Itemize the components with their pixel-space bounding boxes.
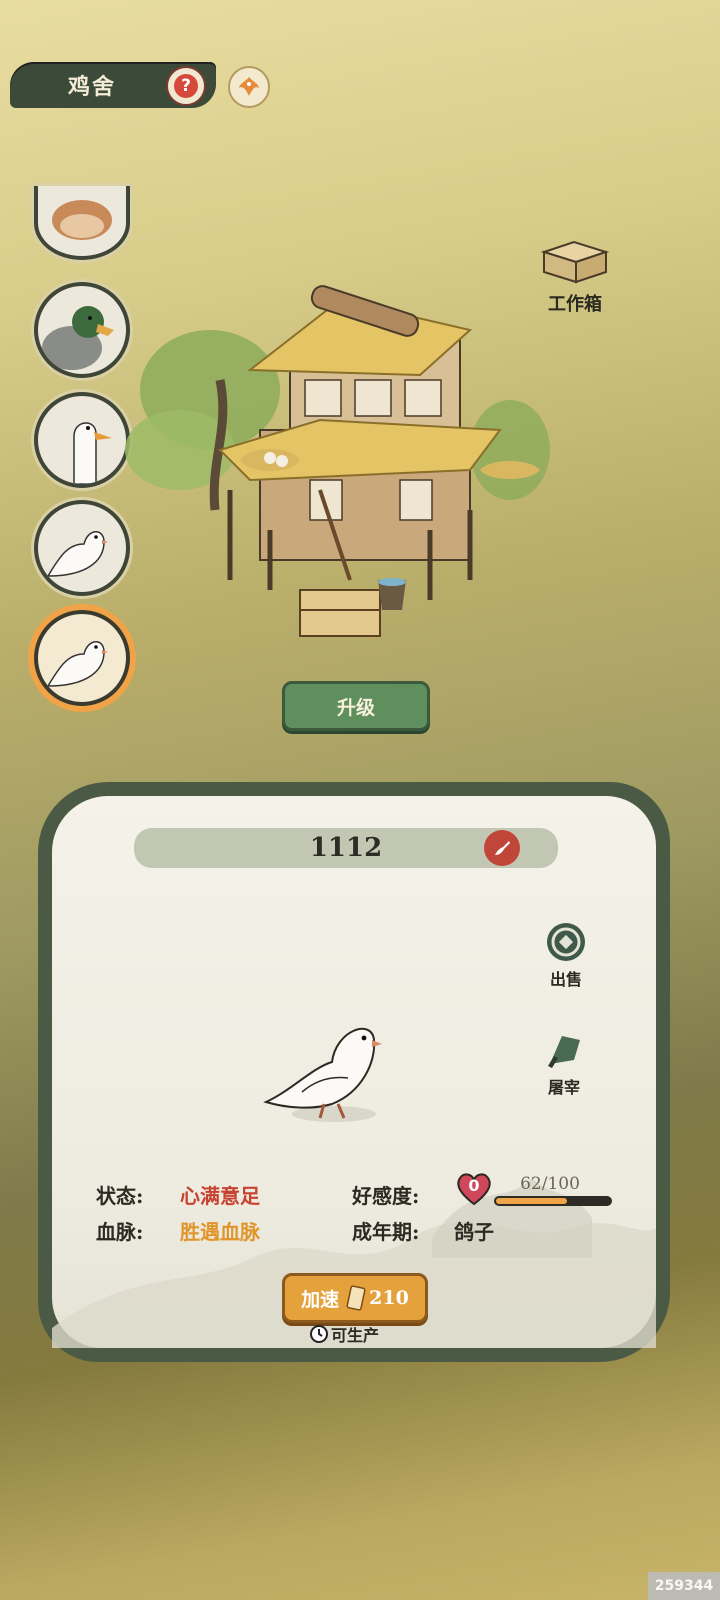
status-value: 心满意足 bbox=[180, 1184, 260, 1208]
adulthood-value: 鸽子 bbox=[454, 1220, 494, 1244]
clock-icon bbox=[310, 1325, 328, 1343]
animal-avatar-rooster[interactable] bbox=[34, 186, 130, 260]
pigeon-illustration[interactable] bbox=[262, 1010, 392, 1126]
rooster-icon bbox=[52, 200, 112, 240]
upgrade-button[interactable]: 升级 bbox=[282, 681, 430, 731]
sell-button[interactable]: 出售 bbox=[536, 922, 596, 990]
phoenix-button[interactable] bbox=[228, 66, 270, 108]
bloodline-label: 血脉: bbox=[96, 1220, 144, 1244]
help-button[interactable]: ? bbox=[166, 66, 206, 106]
cleaver-icon bbox=[548, 1036, 580, 1068]
sell-label: 出售 bbox=[549, 970, 582, 989]
pigeon-icon bbox=[46, 641, 108, 687]
affection-progress-fill bbox=[496, 1198, 567, 1204]
speed-up-cost: 210 bbox=[369, 1287, 409, 1309]
affection-level: 0 bbox=[468, 1176, 480, 1195]
coop-building bbox=[218, 285, 540, 600]
chest-icon bbox=[540, 240, 610, 284]
speed-up-button[interactable]: 加速 210 bbox=[282, 1273, 428, 1323]
page-title: 鸡舍 bbox=[68, 74, 117, 100]
produce-label: 可生产 bbox=[331, 1326, 380, 1345]
workbox-button[interactable]: 工作箱 bbox=[540, 238, 610, 316]
rename-button[interactable] bbox=[484, 830, 520, 866]
chicken-coop-illustration[interactable] bbox=[120, 280, 550, 650]
workbox-label: 工作箱 bbox=[548, 294, 602, 315]
ticket-icon bbox=[346, 1285, 366, 1311]
affection-progress-text: 62/100 bbox=[520, 1174, 580, 1194]
bloodline-value: 胜遇血脉 bbox=[180, 1220, 260, 1244]
affection-label: 好感度: bbox=[352, 1184, 420, 1208]
slaughter-button[interactable]: 屠宰 bbox=[534, 1030, 594, 1098]
goose-icon bbox=[73, 422, 112, 484]
produce-status: 可生产 bbox=[310, 1322, 379, 1346]
brush-icon bbox=[495, 841, 510, 855]
animal-avatar-duck[interactable] bbox=[34, 282, 130, 378]
water-bucket bbox=[378, 578, 406, 610]
animal-avatar-pigeon-selected[interactable] bbox=[34, 610, 130, 706]
adulthood-label: 成年期: bbox=[352, 1220, 420, 1244]
watermark: 259344 bbox=[648, 1572, 720, 1600]
coin-icon bbox=[547, 923, 585, 961]
phoenix-icon bbox=[239, 77, 259, 96]
animal-avatar-goose[interactable] bbox=[34, 392, 130, 488]
pigeon-icon bbox=[46, 531, 108, 577]
animal-avatar-pigeon[interactable] bbox=[34, 500, 130, 596]
question-icon: ? bbox=[174, 74, 198, 98]
wooden-crate bbox=[299, 589, 381, 637]
status-label: 状态: bbox=[96, 1184, 144, 1208]
slaughter-label: 屠宰 bbox=[547, 1078, 580, 1097]
speed-up-label: 加速 bbox=[301, 1288, 340, 1311]
duck-icon bbox=[42, 306, 114, 370]
affection-heart: 0 bbox=[454, 1172, 494, 1206]
